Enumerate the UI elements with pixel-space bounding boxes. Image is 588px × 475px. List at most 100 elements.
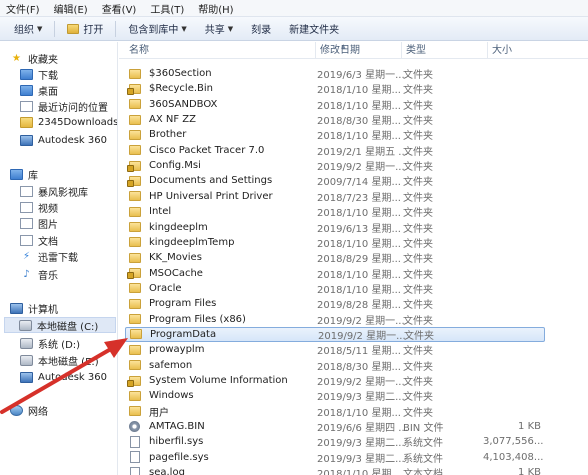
autodesk-cloud-icon	[20, 134, 33, 146]
file-date: 2018/1/10 星期...	[317, 100, 401, 112]
nav-item-videos[interactable]: 视频	[20, 199, 58, 215]
file-name: System Volume Information	[149, 375, 288, 386]
file-row[interactable]: hiberfil.sys 2019/9/3 星期二... 系统文件 3,077,556…	[125, 434, 545, 449]
file-row[interactable]: HP Universal Print Driver 2018/7/23 星期...…	[125, 189, 545, 204]
menu-view[interactable]: 查看(V)	[102, 1, 137, 16]
file-type: 文件夹	[403, 131, 433, 143]
file-row[interactable]: Program Files 2019/8/28 星期... 文件夹	[125, 296, 545, 311]
share-button[interactable]: 共享 ▼	[199, 20, 239, 38]
nav-item-desktop[interactable]: 桌面	[20, 82, 58, 98]
file-name: Documents and Settings	[149, 175, 273, 187]
include-in-library-button[interactable]: 包含到库中 ▼	[122, 20, 192, 38]
file-name: Program Files	[149, 298, 217, 310]
file-type: BIN 文件	[403, 423, 444, 435]
file-row[interactable]: safemon 2018/8/30 星期... 文件夹	[125, 358, 545, 373]
file-row[interactable]: sea.log 2018/1/10 星期... 文本文档 1 KB	[125, 465, 545, 475]
folder-icon	[129, 390, 141, 401]
nav-item-local-disk-e[interactable]: 本地磁盘 (E:)	[20, 352, 99, 368]
computer-icon	[10, 302, 23, 314]
file-row[interactable]: Oracle 2018/1/10 星期... 文件夹	[125, 281, 545, 296]
file-size: 1 KB	[518, 421, 541, 433]
nav-item-documents[interactable]: 文档	[20, 232, 58, 248]
nav-item-autodesk-360[interactable]: Autodesk 360	[20, 132, 107, 148]
nav-item-pictures[interactable]: 图片	[20, 215, 58, 231]
file-type: 文件夹	[403, 254, 433, 266]
video-library-icon	[20, 185, 33, 197]
folder-icon	[129, 99, 141, 110]
file-row[interactable]: Intel 2018/1/10 星期... 文件夹	[125, 204, 545, 219]
file-date: 2019/9/2 星期一...	[318, 330, 406, 342]
file-row[interactable]: Cisco Packet Tracer 7.0 2019/2/1 星期五 ... 文…	[125, 143, 545, 158]
file-name: Windows	[149, 390, 194, 402]
file-row[interactable]: MSOCache 2018/1/10 星期... 文件夹	[125, 266, 545, 281]
recent-places-icon	[20, 100, 33, 112]
file-row[interactable]: pagefile.sys 2019/9/3 星期二... 系统文件 4,103,408…	[125, 450, 545, 465]
folder-icon	[129, 360, 141, 371]
file-type: 文件夹	[403, 116, 433, 128]
nav-item-music[interactable]: ♪ 音乐	[20, 266, 58, 282]
nav-item-2345downloads[interactable]: 2345Downloads	[20, 114, 117, 130]
file-icon	[130, 466, 140, 475]
file-row[interactable]: KK_Movies 2018/8/29 星期... 文件夹	[125, 250, 545, 265]
file-size: 1 KB	[518, 467, 541, 475]
nav-item-recent-places[interactable]: 最近访问的位置	[20, 98, 108, 114]
column-name[interactable]: 名称	[125, 42, 311, 59]
file-row[interactable]: kingdeeplmTemp 2018/1/10 星期... 文件夹	[125, 235, 545, 250]
file-row[interactable]: Documents and Settings 2009/7/14 星期... 文件夹	[125, 173, 545, 188]
nav-item-downloads[interactable]: 下载	[20, 66, 58, 82]
file-row[interactable]: prowayplm 2018/5/11 星期... 文件夹	[125, 342, 545, 357]
include-in-library-label: 包含到库中	[128, 25, 179, 36]
folder-icon	[129, 145, 141, 156]
file-row[interactable]: kingdeeplm 2019/6/13 星期... 文件夹	[125, 220, 545, 235]
file-name: AX NF ZZ	[149, 114, 196, 126]
file-name: Brother	[149, 129, 187, 141]
menu-help[interactable]: 帮助(H)	[198, 1, 233, 16]
nav-item-label: 最近访问的位置	[38, 102, 108, 114]
nav-item-label: 音乐	[38, 270, 58, 282]
nav-item-label: 暴风影视库	[38, 187, 88, 199]
file-date: 2019/9/2 星期一...	[317, 377, 405, 388]
file-row[interactable]: Brother 2018/1/10 星期... 文件夹	[125, 127, 545, 142]
menu-tools[interactable]: 工具(T)	[150, 1, 184, 16]
nav-favorites[interactable]: ★ 收藏夹	[10, 50, 58, 66]
open-button[interactable]: 打开	[61, 20, 109, 38]
file-row[interactable]: ProgramData 2019/9/2 星期一... 文件夹	[125, 326, 545, 342]
file-row[interactable]: Windows 2019/9/3 星期二... 文件夹	[125, 388, 545, 403]
column-size[interactable]: 大小	[487, 42, 547, 59]
nav-network-label: 网络	[28, 406, 48, 418]
file-date: 2019/9/3 星期二...	[317, 453, 405, 465]
file-row[interactable]: $Recycle.Bin 2018/1/10 星期... 文件夹	[125, 81, 545, 96]
column-date-modified[interactable]: 修改日期	[315, 42, 401, 59]
nav-item-baofeng-library[interactable]: 暴风影视库	[20, 183, 88, 199]
file-date: 2018/8/30 星期...	[317, 116, 401, 128]
nav-item-thunder-downloads[interactable]: ⚡ 迅雷下载	[20, 248, 78, 264]
chevron-down-icon: ▼	[227, 24, 234, 33]
file-row[interactable]: AX NF ZZ 2018/8/30 星期... 文件夹	[125, 112, 545, 127]
nav-item-autodesk-360-drive[interactable]: Autodesk 360	[20, 369, 107, 385]
nav-item-system-d[interactable]: 系统 (D:)	[20, 335, 80, 351]
burn-button[interactable]: 刻录	[245, 20, 277, 38]
folder-icon	[129, 129, 141, 140]
nav-libraries[interactable]: 库	[10, 166, 38, 182]
videos-icon	[20, 201, 33, 213]
column-type[interactable]: 类型	[401, 42, 487, 59]
file-date: 2018/1/10 星期...	[317, 407, 401, 419]
folder-icon	[130, 329, 142, 340]
file-row[interactable]: $360Section 2019/6/3 星期一... 文件夹	[125, 66, 545, 81]
file-row[interactable]: Program Files (x86) 2019/9/2 星期一... 文件夹	[125, 312, 545, 327]
file-row[interactable]: 360SANDBOX 2018/1/10 星期... 文件夹	[125, 97, 545, 112]
menu-file[interactable]: 文件(F)	[6, 1, 40, 16]
locked-folder-icon	[127, 268, 141, 280]
nav-item-local-disk-c[interactable]: 本地磁盘 (C:)	[4, 317, 116, 333]
file-date: 2019/9/3 星期二...	[317, 392, 405, 404]
file-row[interactable]: 用户 2018/1/10 星期... 文件夹	[125, 404, 545, 419]
organize-button[interactable]: 组织 ▼	[8, 20, 48, 38]
new-folder-button[interactable]: 新建文件夹	[283, 20, 345, 38]
menu-edit[interactable]: 编辑(E)	[54, 1, 88, 16]
burn-label: 刻录	[251, 25, 272, 36]
file-row[interactable]: Config.Msi 2019/9/2 星期一... 文件夹	[125, 158, 545, 173]
nav-computer[interactable]: 计算机	[10, 300, 58, 316]
file-row[interactable]: AMTAG.BIN 2019/6/6 星期四 ... BIN 文件 1 KB	[125, 419, 545, 434]
nav-network[interactable]: 网络	[10, 402, 48, 418]
file-row[interactable]: System Volume Information 2019/9/2 星期一...…	[125, 373, 545, 388]
